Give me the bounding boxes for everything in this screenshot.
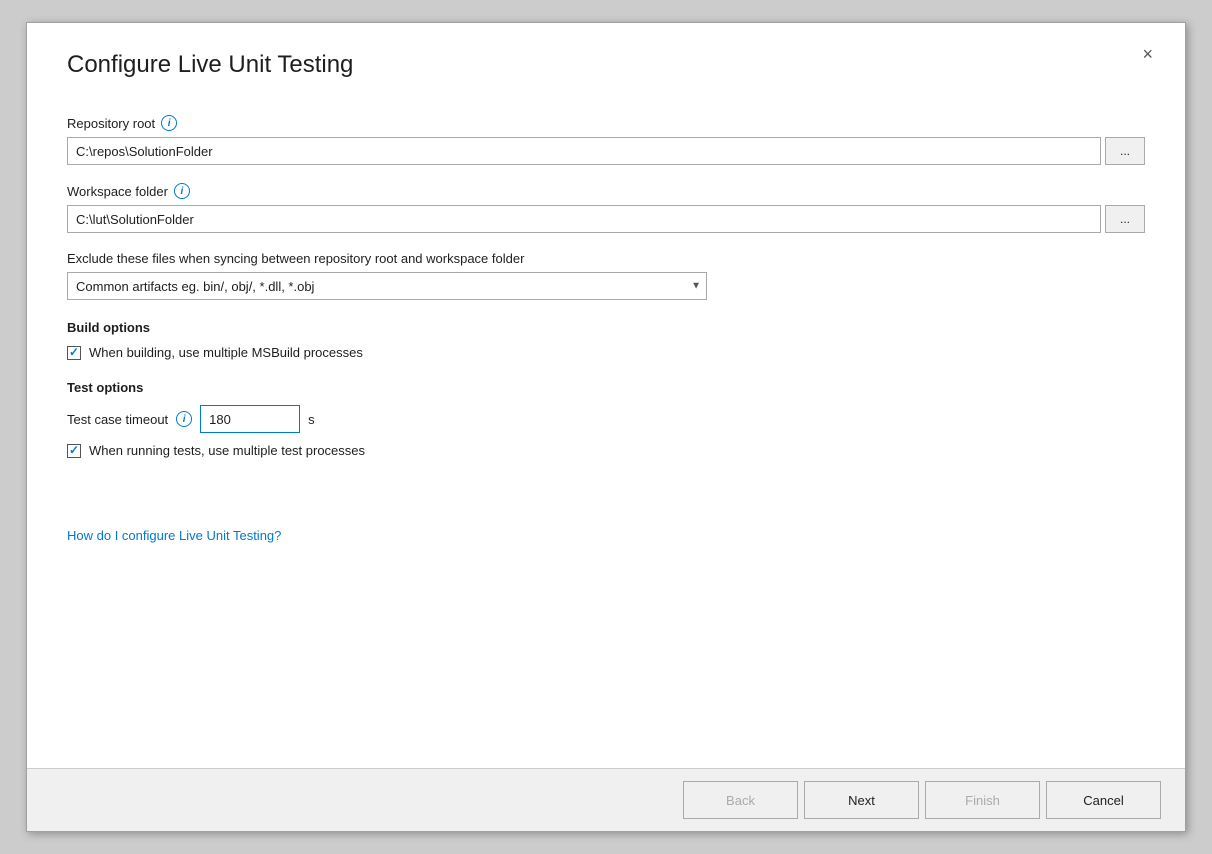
workspace-folder-input-row: ... — [67, 205, 1145, 233]
multiple-msbuild-checkbox[interactable] — [67, 346, 81, 360]
configure-live-unit-testing-dialog: Configure Live Unit Testing × Repository… — [26, 22, 1186, 832]
exclude-files-dropdown-wrapper: Common artifacts eg. bin/, obj/, *.dll, … — [67, 272, 707, 300]
dialog-title: Configure Live Unit Testing — [67, 51, 353, 79]
repository-root-info-icon[interactable]: i — [161, 115, 177, 131]
exclude-files-dropdown[interactable]: Common artifacts eg. bin/, obj/, *.dll, … — [67, 272, 707, 300]
dialog-footer: Back Next Finish Cancel — [27, 768, 1185, 831]
multiple-test-processes-row: When running tests, use multiple test pr… — [67, 443, 1145, 458]
multiple-msbuild-label: When building, use multiple MSBuild proc… — [89, 345, 363, 360]
multiple-test-processes-checkbox[interactable] — [67, 444, 81, 458]
workspace-folder-info-icon[interactable]: i — [174, 183, 190, 199]
next-button[interactable]: Next — [804, 781, 919, 819]
build-options-section-title: Build options — [67, 320, 1145, 335]
exclude-files-group: Exclude these files when syncing between… — [67, 251, 1145, 300]
test-case-timeout-label: Test case timeout — [67, 412, 168, 427]
dialog-content: Repository root i ... Workspace folder i… — [27, 89, 1185, 768]
repository-root-input-row: ... — [67, 137, 1145, 165]
test-case-timeout-input[interactable] — [200, 405, 300, 433]
test-case-timeout-row: Test case timeout i s — [67, 405, 1145, 433]
workspace-folder-group: Workspace folder i ... — [67, 183, 1145, 233]
back-button[interactable]: Back — [683, 781, 798, 819]
repository-root-label: Repository root i — [67, 115, 1145, 131]
workspace-folder-label: Workspace folder i — [67, 183, 1145, 199]
workspace-folder-input[interactable] — [67, 205, 1101, 233]
repository-root-browse-button[interactable]: ... — [1105, 137, 1145, 165]
help-link[interactable]: How do I configure Live Unit Testing? — [67, 528, 281, 543]
cancel-button[interactable]: Cancel — [1046, 781, 1161, 819]
dialog-header: Configure Live Unit Testing × — [27, 23, 1185, 89]
test-case-timeout-info-icon[interactable]: i — [176, 411, 192, 427]
close-button[interactable]: × — [1134, 41, 1161, 67]
repository-root-input[interactable] — [67, 137, 1101, 165]
finish-button[interactable]: Finish — [925, 781, 1040, 819]
repository-root-group: Repository root i ... — [67, 115, 1145, 165]
test-options-section-title: Test options — [67, 380, 1145, 395]
exclude-files-label: Exclude these files when syncing between… — [67, 251, 1145, 266]
multiple-msbuild-row: When building, use multiple MSBuild proc… — [67, 345, 1145, 360]
test-case-timeout-unit: s — [308, 412, 315, 427]
multiple-test-processes-label: When running tests, use multiple test pr… — [89, 443, 365, 458]
workspace-folder-browse-button[interactable]: ... — [1105, 205, 1145, 233]
